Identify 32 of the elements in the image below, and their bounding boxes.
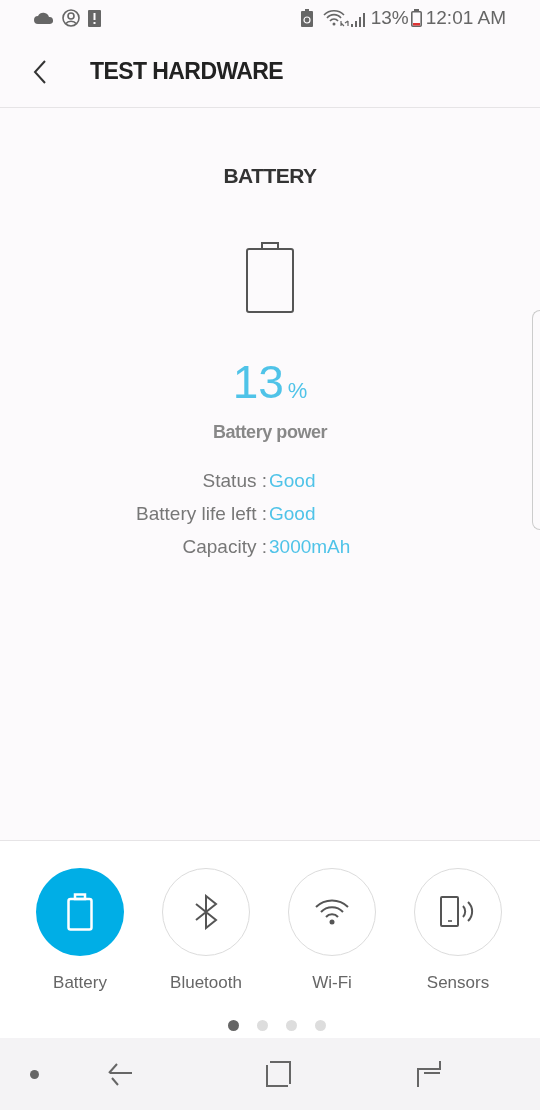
battery-icon xyxy=(67,893,93,931)
wifi-signal-icon xyxy=(322,9,367,27)
phone-vibrate-icon xyxy=(440,896,476,928)
back-icon xyxy=(33,59,47,84)
battery-outline-icon xyxy=(246,241,294,313)
tab-label: Sensors xyxy=(426,972,490,994)
detail-value: Good xyxy=(269,468,317,493)
wifi-icon xyxy=(314,899,350,925)
alert-icon xyxy=(88,9,101,27)
clock-text: 12:01 AM xyxy=(425,5,506,30)
recent-apps-icon[interactable] xyxy=(416,1060,442,1088)
tab-label: Bluetooth xyxy=(170,972,242,994)
bluetooth-icon xyxy=(194,894,218,930)
detail-label: Status : xyxy=(201,468,267,493)
section-title: BATTERY xyxy=(223,163,317,189)
edge-panel-handle[interactable] xyxy=(532,310,540,530)
back-arrow-icon[interactable] xyxy=(107,1061,133,1087)
percent-unit: % xyxy=(287,379,308,402)
battery-caption: Battery power xyxy=(212,420,328,444)
detail-value: 3000mAh xyxy=(269,534,352,559)
battery-percent-value: 13 xyxy=(232,358,284,405)
detail-value: Good xyxy=(269,501,317,526)
page-title: TEST HARDWARE xyxy=(90,57,284,87)
tab-label: Battery xyxy=(53,972,107,994)
detail-label: Capacity : xyxy=(181,534,267,559)
battery-icon xyxy=(410,9,422,27)
tab-label: Wi-Fi xyxy=(312,972,352,994)
cloud-icon xyxy=(34,12,54,24)
battery-percent-text: 13% xyxy=(370,5,409,30)
detail-label: Battery life left : xyxy=(135,501,267,526)
battery-saver-icon xyxy=(300,9,313,27)
account-icon xyxy=(62,9,80,27)
